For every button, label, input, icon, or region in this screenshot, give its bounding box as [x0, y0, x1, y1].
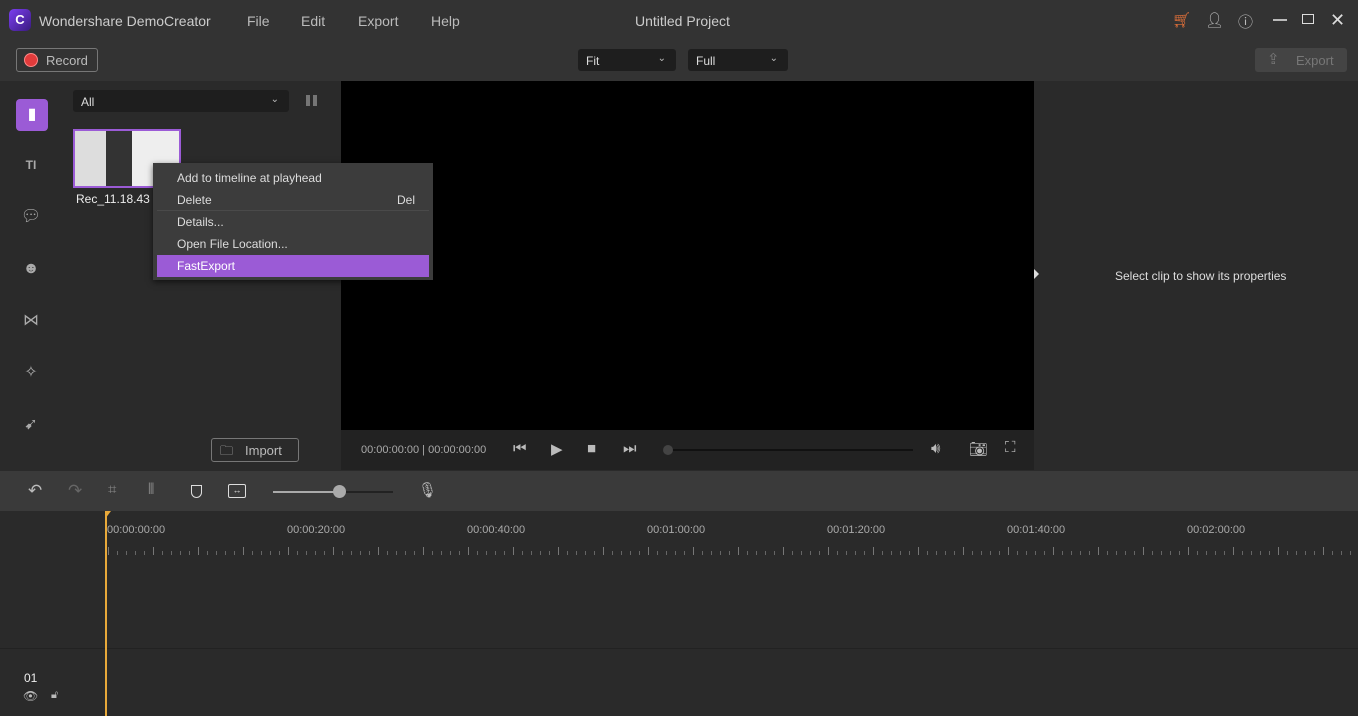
fit-value: Fit — [586, 54, 600, 68]
chevron-down-icon: ⌄ — [769, 53, 778, 64]
menu-item-label: Delete — [177, 193, 212, 207]
microphone-icon[interactable]: 🎙︎ — [418, 481, 437, 499]
menu-export[interactable]: Export — [358, 13, 398, 29]
play-icon[interactable]: ▶︎ — [551, 440, 563, 458]
text-icon[interactable]: TI — [18, 152, 44, 178]
app-logo: C — [9, 9, 31, 31]
quality-value: Full — [696, 54, 716, 68]
menu-item-fastexport[interactable]: FastExport — [157, 255, 429, 277]
menu-file[interactable]: File — [247, 13, 270, 29]
ruler-label: 00:02:00:00 — [1187, 524, 1246, 536]
ruler-major-ticks — [108, 547, 1358, 555]
ruler-label: 00:01:20:00 — [827, 524, 886, 536]
redo-icon[interactable]: ↷ — [68, 481, 82, 501]
stop-icon[interactable]: ■ — [587, 440, 596, 457]
record-label: Record — [46, 53, 88, 68]
prev-frame-icon[interactable]: ⏮︎ — [513, 440, 527, 457]
ruler-label: 00:01:00:00 — [647, 524, 706, 536]
track-number: 01 — [24, 671, 38, 685]
minimize-icon[interactable] — [1273, 19, 1287, 21]
eye-icon[interactable]: 👁︎ — [23, 689, 38, 703]
video-preview — [341, 81, 1034, 430]
ruler-label: 00:00:40:00 — [467, 524, 526, 536]
marker-icon[interactable] — [191, 485, 202, 498]
restore-icon[interactable] — [1302, 14, 1314, 24]
zoom-slider-handle[interactable] — [333, 485, 346, 498]
menu-item-label: Add to timeline at playhead — [177, 171, 322, 185]
ruler-label: 00:00:00:00 — [107, 524, 166, 536]
close-icon[interactable]: ✕ — [1330, 10, 1345, 31]
menu-item-label: Open File Location... — [177, 237, 288, 251]
split-icon[interactable]: ⫴ — [148, 481, 154, 498]
player-controls: 00:00:00:00 | 00:00:00:00 ⏮︎ ▶︎ ■ ⏭︎ 🔊︎ … — [341, 430, 1034, 470]
fullscreen-icon[interactable]: ⛶ — [1005, 439, 1016, 456]
collapse-arrow-icon[interactable] — [1034, 269, 1039, 279]
menu-item-shortcut: Del — [396, 193, 415, 207]
main-toolbar: Record Fit ⌄ Full ⌄ ⇪ Export — [0, 40, 1358, 81]
media-filter-value: All — [81, 95, 95, 109]
project-title: Untitled Project — [635, 13, 730, 29]
menu-edit[interactable]: Edit — [301, 13, 325, 29]
menu-item-open-file-location[interactable]: Open File Location... — [157, 233, 429, 255]
timeline-zoom-slider[interactable] — [273, 485, 393, 498]
grid-view-icon[interactable] — [306, 95, 317, 106]
playhead-handle[interactable] — [105, 511, 111, 519]
playback-slider[interactable] — [663, 445, 913, 455]
crop-icon[interactable]: ⌗ — [108, 481, 116, 498]
chevron-down-icon: ⌄ — [657, 53, 666, 64]
volume-icon[interactable]: 🔊︎ — [931, 440, 940, 457]
menu-item-details[interactable]: Details... — [157, 211, 429, 233]
record-button[interactable]: Record — [16, 48, 98, 72]
chevron-down-icon: ⌄ — [270, 94, 279, 105]
fit-timeline-icon[interactable]: ↔ — [228, 484, 246, 498]
title-bar: C Wondershare DemoCreator File Edit Expo… — [0, 0, 1358, 40]
help-icon[interactable]: ⓘ — [1238, 11, 1253, 32]
ruler-label: 00:01:40:00 — [1007, 524, 1066, 536]
properties-hint: Select clip to show its properties — [1115, 269, 1287, 283]
track-row: 01 👁︎ 🔓︎ — [0, 649, 1358, 716]
menu-item-add-to-timeline[interactable]: Add to timeline at playhead — [157, 167, 429, 189]
user-icon[interactable]: 👤︎ — [1205, 11, 1224, 29]
cursor-icon[interactable]: ➹ — [18, 412, 44, 438]
fit-select[interactable]: Fit ⌄ — [578, 49, 676, 71]
time-readout: 00:00:00:00 | 00:00:00:00 — [361, 444, 487, 456]
transition-icon[interactable]: ⋈ — [18, 308, 44, 334]
context-menu: Add to timeline at playhead Delete Del De… — [153, 163, 433, 280]
playback-handle[interactable] — [663, 445, 673, 455]
import-folder-icon: 🗀︎ — [220, 443, 234, 458]
menu-help[interactable]: Help — [431, 13, 460, 29]
menu-item-label: Details... — [177, 215, 224, 229]
menu-item-delete[interactable]: Delete Del — [157, 189, 429, 211]
export-label: Export — [1296, 53, 1334, 68]
sticker-icon[interactable]: ☻ — [18, 256, 44, 282]
properties-panel: Select clip to show its properties — [1034, 81, 1358, 470]
annotation-icon[interactable]: 💬︎ — [18, 204, 44, 230]
import-label: Import — [245, 443, 282, 458]
undo-icon[interactable]: ↶ — [28, 481, 42, 501]
timeline-ruler: 00:00:00:00 00:00:20:00 00:00:40:00 00:0… — [0, 511, 1358, 649]
side-rail: ▮ TI 💬︎ ☻ ⋈ ✧ ➹ — [0, 81, 60, 470]
menu-item-label: FastExport — [177, 259, 236, 273]
timeline-toolbar: ↶ ↷ ⌗ ⫴ ↔ 🎙︎ — [0, 471, 1358, 511]
record-icon — [24, 53, 38, 67]
media-filter-select[interactable]: All ⌄ — [73, 90, 289, 112]
next-frame-icon[interactable]: ⏭︎ — [623, 440, 637, 457]
export-button[interactable]: ⇪ Export — [1255, 48, 1347, 72]
ruler-label: 00:00:20:00 — [287, 524, 346, 536]
lock-icon[interactable]: 🔓︎ — [51, 689, 58, 702]
snapshot-icon[interactable]: 📷︎ — [969, 440, 988, 458]
import-button[interactable]: 🗀︎ Import — [211, 438, 299, 462]
cart-icon[interactable]: 🛒︎ — [1172, 11, 1191, 29]
quality-select[interactable]: Full ⌄ — [688, 49, 788, 71]
zoom-slider-fill — [273, 491, 339, 493]
playhead[interactable] — [105, 511, 111, 716]
media-icon[interactable]: ▮ — [16, 99, 48, 131]
effects-icon[interactable]: ✧ — [18, 360, 44, 386]
upload-icon: ⇪ — [1267, 51, 1280, 68]
app-title: Wondershare DemoCreator — [39, 13, 211, 29]
